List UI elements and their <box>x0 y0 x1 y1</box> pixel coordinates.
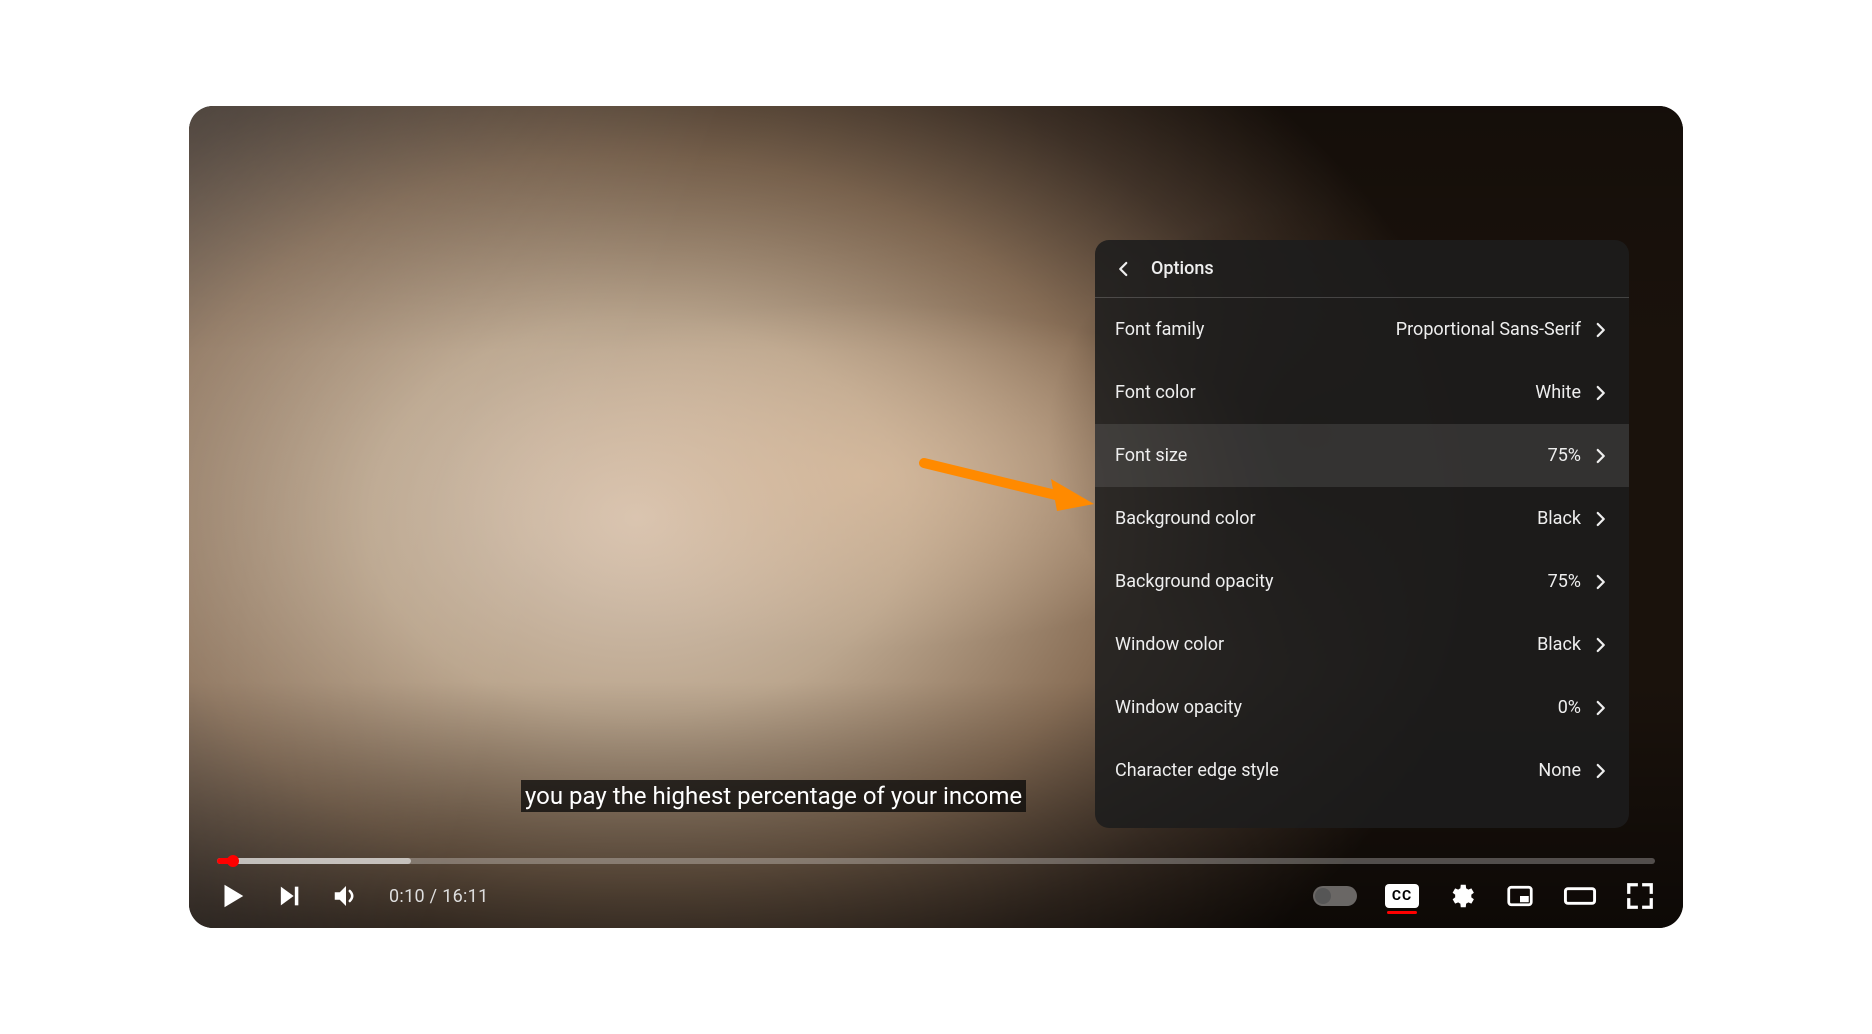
caption-text: you pay the highest percentage of your i… <box>521 780 1026 812</box>
volume-icon <box>331 881 361 911</box>
option-row-window-color[interactable]: Window color Black <box>1095 613 1629 676</box>
time-sep: / <box>425 886 442 907</box>
controls-left: 0:10 / 16:11 <box>217 881 489 911</box>
option-label: Window color <box>1115 634 1224 655</box>
option-row-background-color[interactable]: Background color Black <box>1095 487 1629 550</box>
option-row-font-size[interactable]: Font size 75% <box>1095 424 1629 487</box>
chevron-right-icon <box>1591 510 1609 528</box>
chevron-right-icon <box>1591 762 1609 780</box>
caption-overlay: you pay the highest percentage of your i… <box>521 781 1026 812</box>
option-value: Black <box>1537 634 1581 655</box>
panel-title: Options <box>1151 258 1214 279</box>
theater-icon <box>1563 881 1597 911</box>
option-label: Background color <box>1115 508 1256 529</box>
time-display: 0:10 / 16:11 <box>389 886 489 907</box>
option-row-font-family[interactable]: Font family Proportional Sans-Serif <box>1095 298 1629 361</box>
chevron-right-icon <box>1591 447 1609 465</box>
option-label: Character edge style <box>1115 760 1279 781</box>
captions-button[interactable]: CC <box>1385 884 1419 908</box>
gear-icon <box>1447 881 1477 911</box>
chevron-right-icon <box>1591 384 1609 402</box>
chevron-left-icon <box>1115 260 1133 278</box>
autoplay-toggle[interactable] <box>1313 886 1357 906</box>
option-value: Proportional Sans-Serif <box>1396 319 1581 340</box>
option-value: 75% <box>1548 571 1581 592</box>
fullscreen-button[interactable] <box>1625 881 1655 911</box>
subtitle-options-panel: Options Font family Proportional Sans-Ser… <box>1095 240 1629 828</box>
option-value: White <box>1535 382 1581 403</box>
option-value: None <box>1538 760 1581 781</box>
video-player: you pay the highest percentage of your i… <box>189 106 1683 928</box>
controls-right: CC <box>1313 881 1655 911</box>
play-icon <box>217 881 247 911</box>
miniplayer-button[interactable] <box>1505 881 1535 911</box>
option-value: 0% <box>1558 697 1581 718</box>
chevron-right-icon <box>1591 636 1609 654</box>
fullscreen-icon <box>1625 881 1655 911</box>
options-list[interactable]: Font family Proportional Sans-Serif Font c… <box>1095 298 1629 828</box>
chevron-right-icon <box>1591 573 1609 591</box>
controls-bar: 0:10 / 16:11 CC <box>189 864 1683 928</box>
chevron-right-icon <box>1591 699 1609 717</box>
autoplay-pill-icon <box>1313 886 1357 906</box>
panel-back-header[interactable]: Options <box>1095 240 1629 297</box>
next-icon <box>275 882 303 910</box>
cc-icon: CC <box>1385 884 1419 908</box>
option-label: Font size <box>1115 445 1187 466</box>
play-button[interactable] <box>217 881 247 911</box>
option-value: 75% <box>1548 445 1581 466</box>
option-label: Window opacity <box>1115 697 1242 718</box>
option-value: Black <box>1537 508 1581 529</box>
next-button[interactable] <box>275 882 303 910</box>
theater-button[interactable] <box>1563 881 1597 911</box>
settings-button[interactable] <box>1447 881 1477 911</box>
option-row-font-color[interactable]: Font color White <box>1095 361 1629 424</box>
volume-button[interactable] <box>331 881 361 911</box>
time-duration: 16:11 <box>442 886 488 907</box>
time-current: 0:10 <box>389 886 425 907</box>
chevron-right-icon <box>1591 321 1609 339</box>
option-row-background-opacity[interactable]: Background opacity 75% <box>1095 550 1629 613</box>
miniplayer-icon <box>1505 881 1535 911</box>
cc-active-underline <box>1387 911 1417 914</box>
option-label: Background opacity <box>1115 571 1274 592</box>
option-label: Font color <box>1115 382 1196 403</box>
option-row-window-opacity[interactable]: Window opacity 0% <box>1095 676 1629 739</box>
option-row-character-edge-style[interactable]: Character edge style None <box>1095 739 1629 802</box>
option-label: Font family <box>1115 319 1204 340</box>
